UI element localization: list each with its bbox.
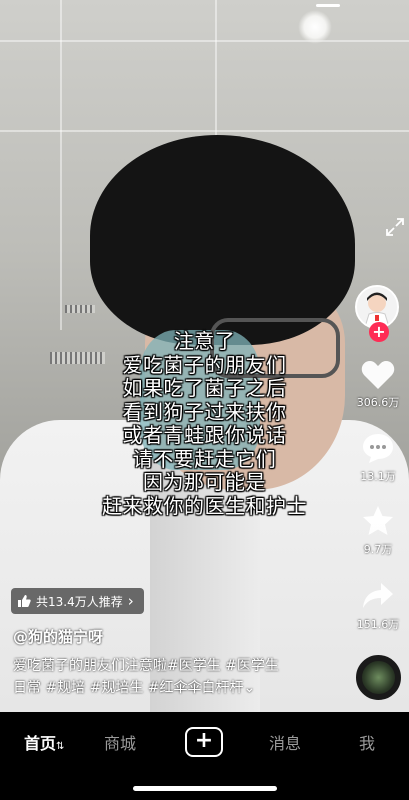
like-action[interactable]: 306.6万 <box>352 360 404 410</box>
caption-line: 请不要赶走它们 <box>132 446 277 471</box>
fullscreen-expand-icon[interactable] <box>385 217 405 237</box>
video-caption-overlay: 注意了 爱吃菌子的朋友们 如果吃了菌子之后 看到狗子过来扶你 或者青蛙跟你说话 … <box>0 329 409 518</box>
nav-mall[interactable]: 商城 <box>104 730 136 754</box>
like-count: 306.6万 <box>356 396 400 409</box>
comment-action[interactable]: 13.1万 <box>352 432 404 484</box>
cartoon-doctor-avatar-icon <box>357 287 397 327</box>
ceiling-vent <box>65 305 95 313</box>
caption-line: 如果吃了菌子之后 <box>122 376 287 400</box>
refresh-swap-icon: ⇅ <box>56 741 65 752</box>
hair <box>90 135 355 345</box>
nav-messages[interactable]: 消息 <box>269 730 301 754</box>
description-line: 日常 #规培 #规培生 #红伞伞白杆杆⌄ <box>13 680 256 696</box>
comment-icon <box>363 434 393 463</box>
top-indicator <box>316 4 340 7</box>
home-indicator <box>133 786 277 791</box>
caption-line: 或者青蛙跟你说话 <box>122 423 287 447</box>
share-count: 151.6万 <box>356 618 400 631</box>
music-disc-icon[interactable] <box>356 655 401 700</box>
recommend-label: 共13.4万人推荐 <box>36 594 123 609</box>
ceiling-panel-line <box>215 0 217 150</box>
recommend-badge[interactable]: 共13.4万人推荐 › <box>11 588 144 614</box>
nav-home-label: 首页 <box>24 734 57 753</box>
heart-icon <box>361 361 395 389</box>
nav-me[interactable]: 我 <box>359 730 375 754</box>
author-name[interactable]: @狗的猫宁呀 <box>13 626 103 647</box>
follow-button[interactable]: + <box>369 322 389 342</box>
share-arrow-icon <box>363 583 393 608</box>
favorite-count: 9.7万 <box>363 543 393 556</box>
caption-line: 赶来救你的医生和护士 <box>102 493 307 518</box>
video-description[interactable]: 爱吃菌子的朋友们注意啦#医学生 #医学生 日常 #规培 #规培生 #红伞伞白杆杆… <box>13 655 313 699</box>
create-video-button[interactable]: + <box>185 727 223 757</box>
caption-line: 因为那可能是 <box>143 470 266 494</box>
share-action[interactable]: 151.6万 <box>352 580 404 632</box>
star-icon <box>363 506 393 535</box>
chevron-right-icon: › <box>127 592 134 610</box>
nav-home[interactable]: 首页⇅ <box>24 730 64 754</box>
caption-line: 爱吃菌子的朋友们 <box>122 352 287 377</box>
favorite-action[interactable]: 9.7万 <box>352 505 404 557</box>
comment-count: 13.1万 <box>360 470 396 483</box>
thumbs-up-icon <box>18 595 31 607</box>
ceiling-panel-line <box>60 0 62 330</box>
description-line: 爱吃菌子的朋友们注意啦#医学生 #医学生 <box>13 658 279 674</box>
caption-line: 注意了 <box>173 329 236 353</box>
caption-line: 看到狗子过来扶你 <box>122 399 287 424</box>
ceiling-light <box>298 10 332 44</box>
